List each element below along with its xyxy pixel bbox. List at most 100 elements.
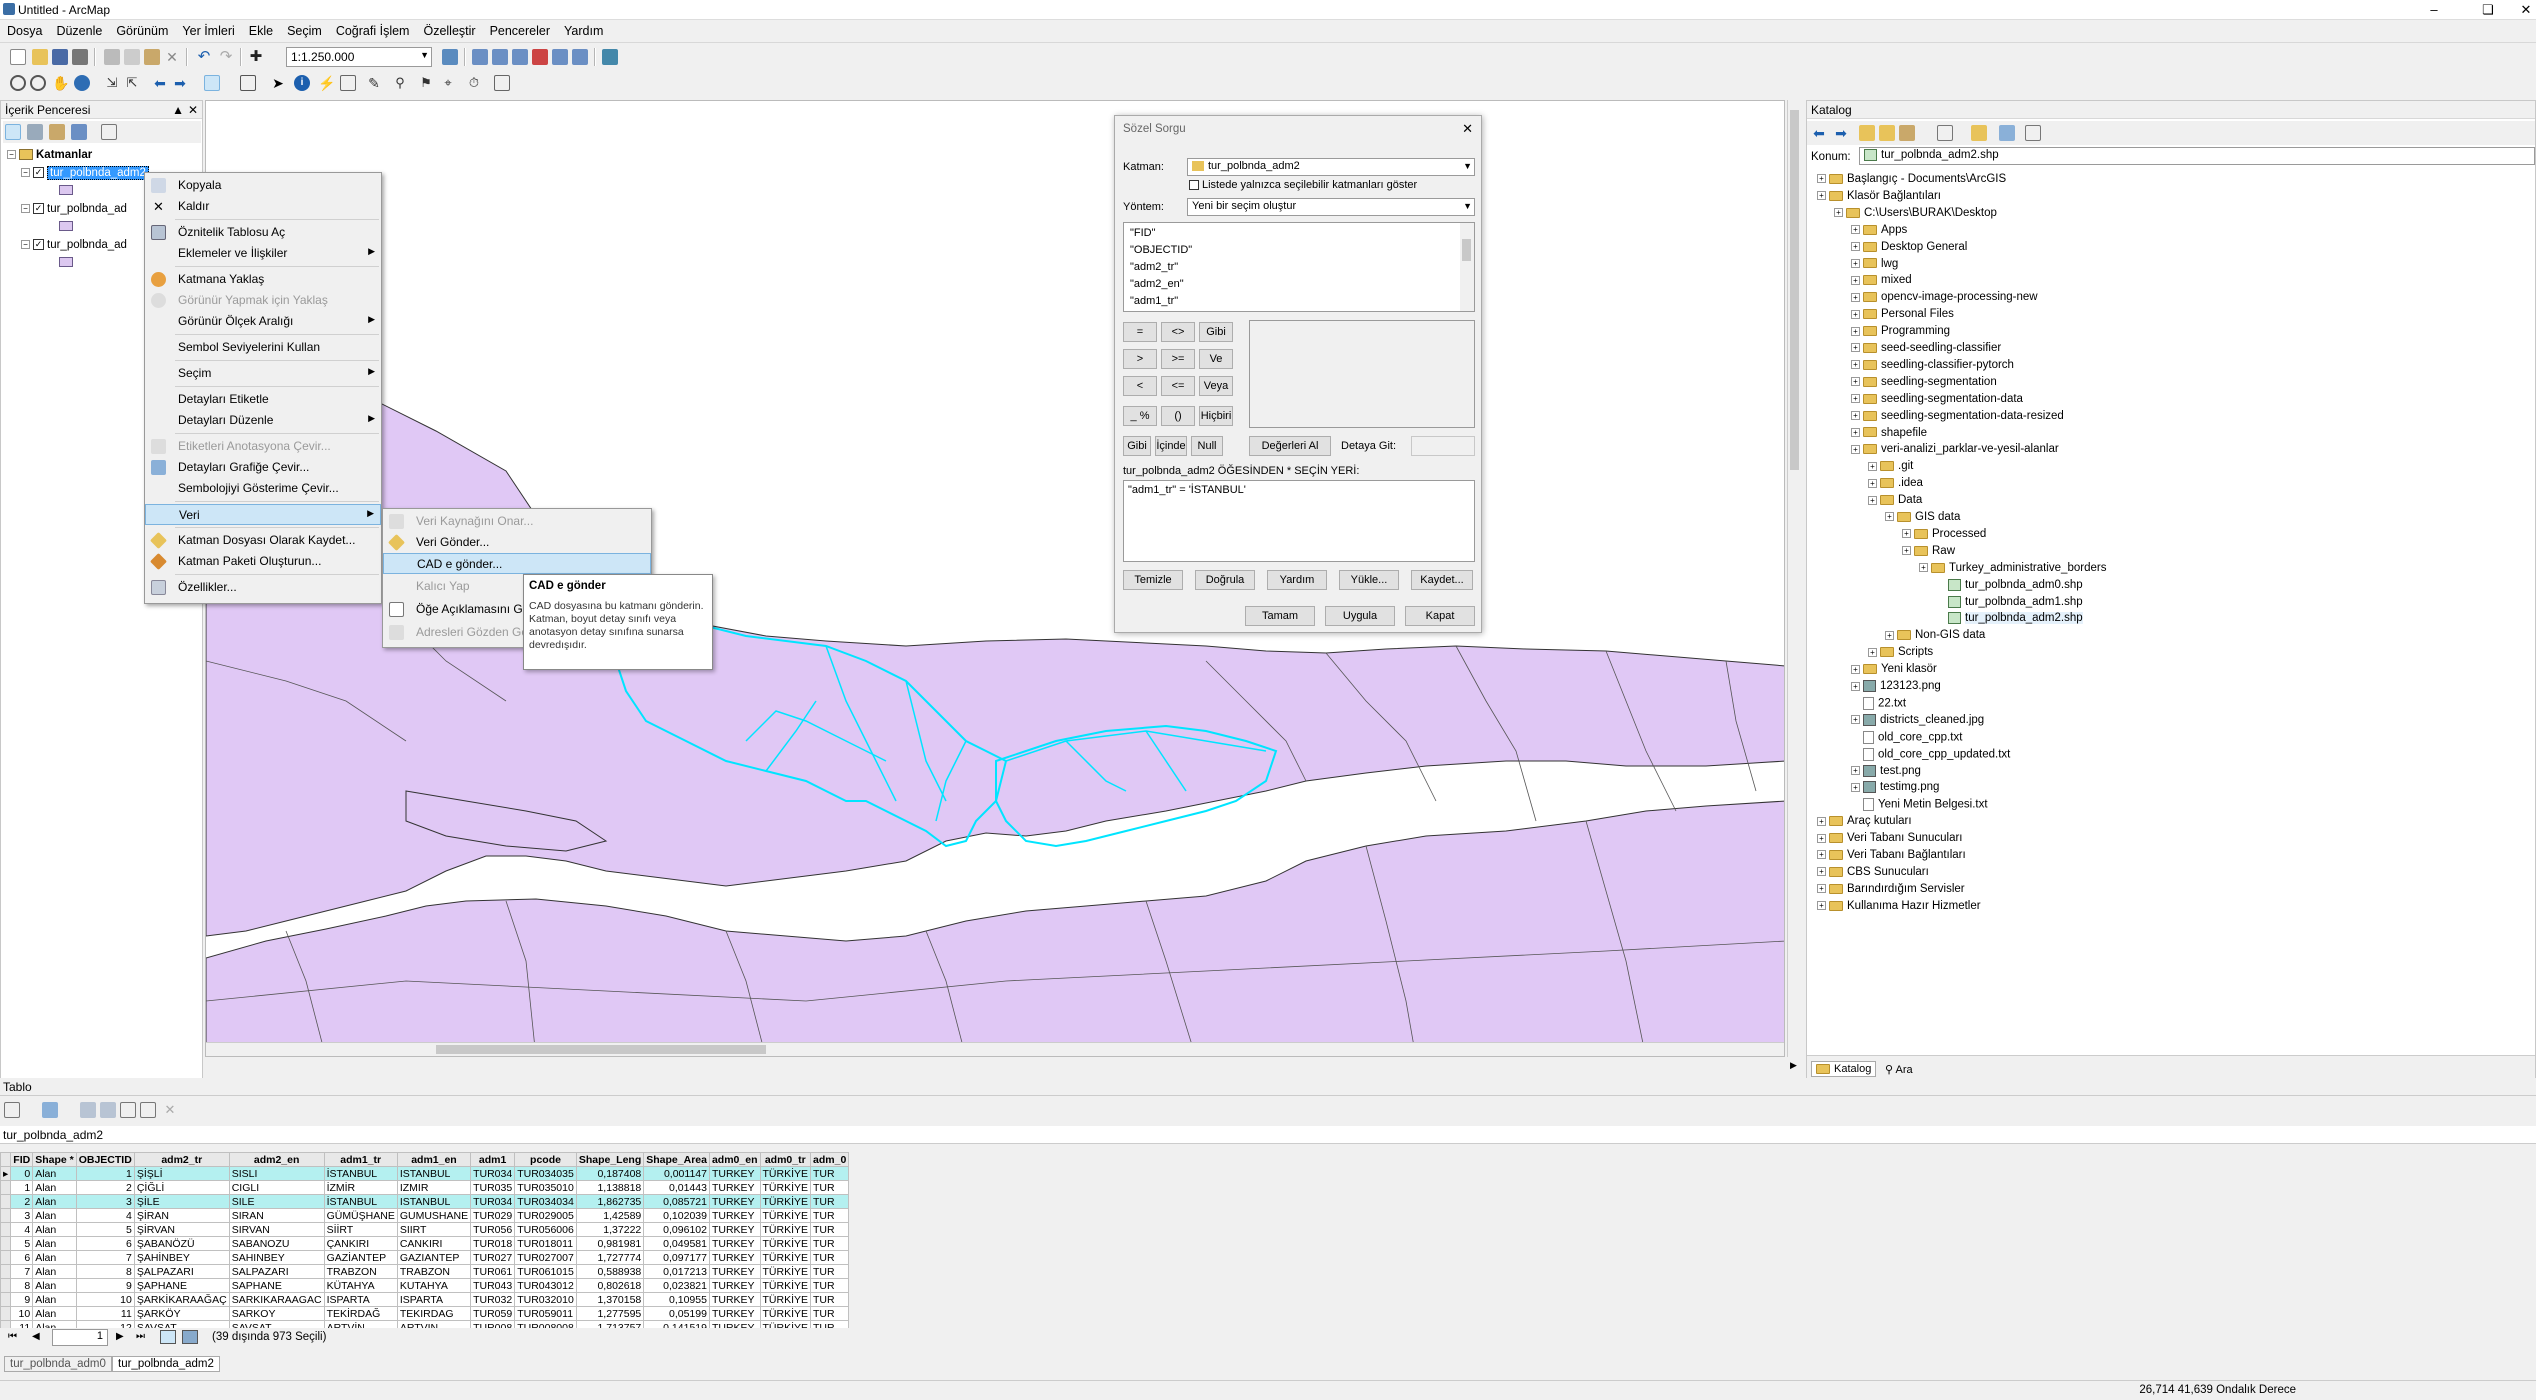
table-cell[interactable]: ŞİRAN (133, 1208, 230, 1223)
menu-item-kaldir[interactable]: ✕ Kaldır (145, 196, 381, 217)
row-selector[interactable] (0, 1194, 12, 1209)
catalog-item[interactable]: + .git (1868, 460, 1913, 476)
catalog-item[interactable]: + Veri Tabanı Sunucuları (1817, 832, 1963, 848)
open-folder-icon[interactable] (32, 49, 48, 65)
toc-options-icon[interactable] (101, 124, 117, 140)
record-number-input[interactable]: 1 (52, 1329, 108, 1346)
table-row[interactable]: 8 Alan 9 ŞAPHANE SAPHANE KÜTAHYA KUTAHYA TUR043… (0, 1278, 850, 1293)
column-header[interactable]: adm_0 (810, 1152, 850, 1167)
table-cell[interactable]: TUR (810, 1278, 850, 1293)
table-cell[interactable]: TUR (810, 1166, 850, 1181)
catalog-item[interactable]: + mixed (1851, 274, 1912, 290)
catalog-item[interactable]: +tur_polbnda_adm1.shp (1936, 595, 2083, 612)
table-cell[interactable]: TURKEY (708, 1194, 761, 1209)
table-cell[interactable]: SISLI (228, 1166, 325, 1181)
table-cell[interactable]: TEKİRDAĞ (323, 1306, 398, 1321)
table-cell[interactable]: 1,862735 (575, 1194, 645, 1209)
table-cell[interactable]: TURKEY (708, 1264, 761, 1279)
row-selector[interactable]: ▸ (0, 1166, 12, 1181)
scrollbar-thumb[interactable] (1790, 110, 1799, 470)
catalog-item[interactable]: + seedling-classifier-pytorch (1851, 359, 2014, 375)
table-cell[interactable]: GAZİANTEP (323, 1250, 398, 1265)
scrollbar-thumb[interactable] (1462, 239, 1471, 261)
expand-icon[interactable]: + (1868, 647, 1877, 657)
verify-button[interactable]: Doğrula (1195, 570, 1255, 590)
catalog-item[interactable]: + Klasör Bağlantıları (1817, 190, 1941, 206)
expand-icon[interactable]: + (1851, 681, 1860, 691)
find-icon[interactable]: ⚲ (392, 75, 408, 91)
catalog-item[interactable]: + Barındırdığım Servisler (1817, 883, 1965, 899)
show-selected-records-icon[interactable] (182, 1330, 198, 1344)
table-cell[interactable]: TURKEY (708, 1306, 761, 1321)
expand-icon[interactable]: + (1868, 461, 1877, 471)
row-selector[interactable] (0, 1306, 12, 1321)
create-viewer-window-icon[interactable] (494, 75, 510, 91)
zoom-to-selected-icon[interactable] (140, 1102, 156, 1118)
table-cell[interactable]: ŞİLE (133, 1194, 230, 1209)
table-cell[interactable]: 0,049581 (643, 1236, 710, 1251)
table-cell[interactable]: Alan (32, 1166, 77, 1181)
catalog-item[interactable]: + .idea (1868, 477, 1923, 493)
table-cell[interactable]: GAZIANTEP (396, 1250, 472, 1265)
layer-visibility-checkbox[interactable]: ✓ (33, 167, 44, 179)
selectable-layers-checkbox[interactable]: Listede yalnızca seçilebilir katmanları … (1189, 179, 1417, 191)
list-by-drawing-order-icon[interactable] (5, 124, 21, 140)
switch-selection-icon[interactable] (100, 1102, 116, 1118)
table-row[interactable]: 2 Alan 3 ŞİLE SILE İSTANBUL ISTANBUL TUR034 TUR0… (0, 1194, 850, 1209)
dialog-close-icon[interactable]: ✕ (1462, 121, 1473, 137)
table-cell[interactable]: 0 (10, 1166, 34, 1181)
menu-duzenle[interactable]: Düzenle (49, 21, 109, 41)
table-cell[interactable]: 1,727774 (575, 1250, 645, 1265)
table-cell[interactable]: TUR034 (470, 1194, 516, 1209)
menu-cografi-islem[interactable]: Coğrafi İşlem (329, 21, 417, 41)
measure-icon[interactable]: ✎ (366, 75, 382, 91)
table-cell[interactable]: Alan (32, 1250, 77, 1265)
time-slider-icon[interactable]: ⏱ (466, 75, 482, 91)
table-row[interactable]: 7 Alan 8 ŞALPAZARI SALPAZARI TRABZON TRABZON TU… (0, 1264, 850, 1279)
expand-icon[interactable]: + (1851, 411, 1860, 421)
expand-icon[interactable]: + (1851, 309, 1860, 319)
expand-icon[interactable]: + (1817, 174, 1826, 184)
table-row[interactable]: 4 Alan 5 ŞİRVAN SIRVAN SİİRT SIIRT TUR056 TUR056… (0, 1222, 850, 1237)
menu-yardim[interactable]: Yardım (557, 21, 610, 41)
delete-selected-icon[interactable]: ✕ (162, 1102, 178, 1118)
table-cell[interactable]: TUR035 (470, 1180, 516, 1195)
table-cell[interactable]: 1,277595 (575, 1306, 645, 1321)
expand-icon[interactable]: + (1851, 444, 1860, 454)
table-cell[interactable]: TURKEY (708, 1166, 761, 1181)
menu-gorunum[interactable]: Görünüm (109, 21, 175, 41)
expand-icon[interactable]: + (1817, 867, 1826, 877)
catalog-item[interactable]: +Yeni Metin Belgesi.txt (1851, 798, 1988, 814)
expand-icon[interactable]: + (1868, 495, 1877, 505)
layout-toolbar-icon[interactable] (602, 49, 618, 65)
column-header[interactable]: adm0_en (708, 1152, 761, 1167)
table-cell[interactable]: TÜRKİYE (759, 1278, 812, 1293)
column-header[interactable]: Shape_Leng (575, 1152, 645, 1167)
menu-item-export-data[interactable]: Veri Gönder... (383, 532, 651, 553)
column-header[interactable]: Shape_Area (643, 1152, 710, 1167)
layer-symbol[interactable] (59, 221, 73, 231)
table-cell[interactable]: 10 (75, 1292, 135, 1307)
table-cell[interactable]: TÜRKİYE (759, 1222, 812, 1237)
table-cell[interactable]: 1 (10, 1180, 34, 1195)
fixed-zoom-in-icon[interactable]: ⇲ (104, 75, 120, 91)
catalog-item[interactable]: + GIS data (1885, 511, 1960, 527)
table-cell[interactable]: 2 (10, 1194, 34, 1209)
expression-textarea[interactable]: "adm1_tr" = 'İSTANBUL' (1123, 480, 1475, 562)
table-cell[interactable]: 0,10955 (643, 1292, 710, 1307)
table-cell[interactable]: TUR029 (470, 1208, 516, 1223)
method-select[interactable]: Yeni bir seçim oluştur ▼ (1187, 198, 1475, 216)
table-cell[interactable]: 0,023821 (643, 1278, 710, 1293)
table-cell[interactable]: TÜRKİYE (759, 1166, 812, 1181)
column-header[interactable]: Shape * (32, 1152, 77, 1167)
row-selector[interactable] (0, 1222, 12, 1237)
table-cell[interactable]: ŞAHİNBEY (133, 1250, 230, 1265)
table-cell[interactable]: 0,001147 (643, 1166, 710, 1181)
menu-item-kopyala[interactable]: Kopyala (145, 175, 381, 196)
catalog-item[interactable]: + Başlangıç - Documents\ArcGIS (1817, 173, 2006, 189)
table-window-icon[interactable] (472, 49, 488, 65)
catalog-item[interactable]: + Processed (1902, 528, 1986, 544)
collapse-icon[interactable]: − (21, 168, 30, 178)
expand-icon[interactable]: + (1851, 377, 1860, 387)
catalog-item[interactable]: + Kullanıma Hazır Hizmetler (1817, 900, 1981, 916)
